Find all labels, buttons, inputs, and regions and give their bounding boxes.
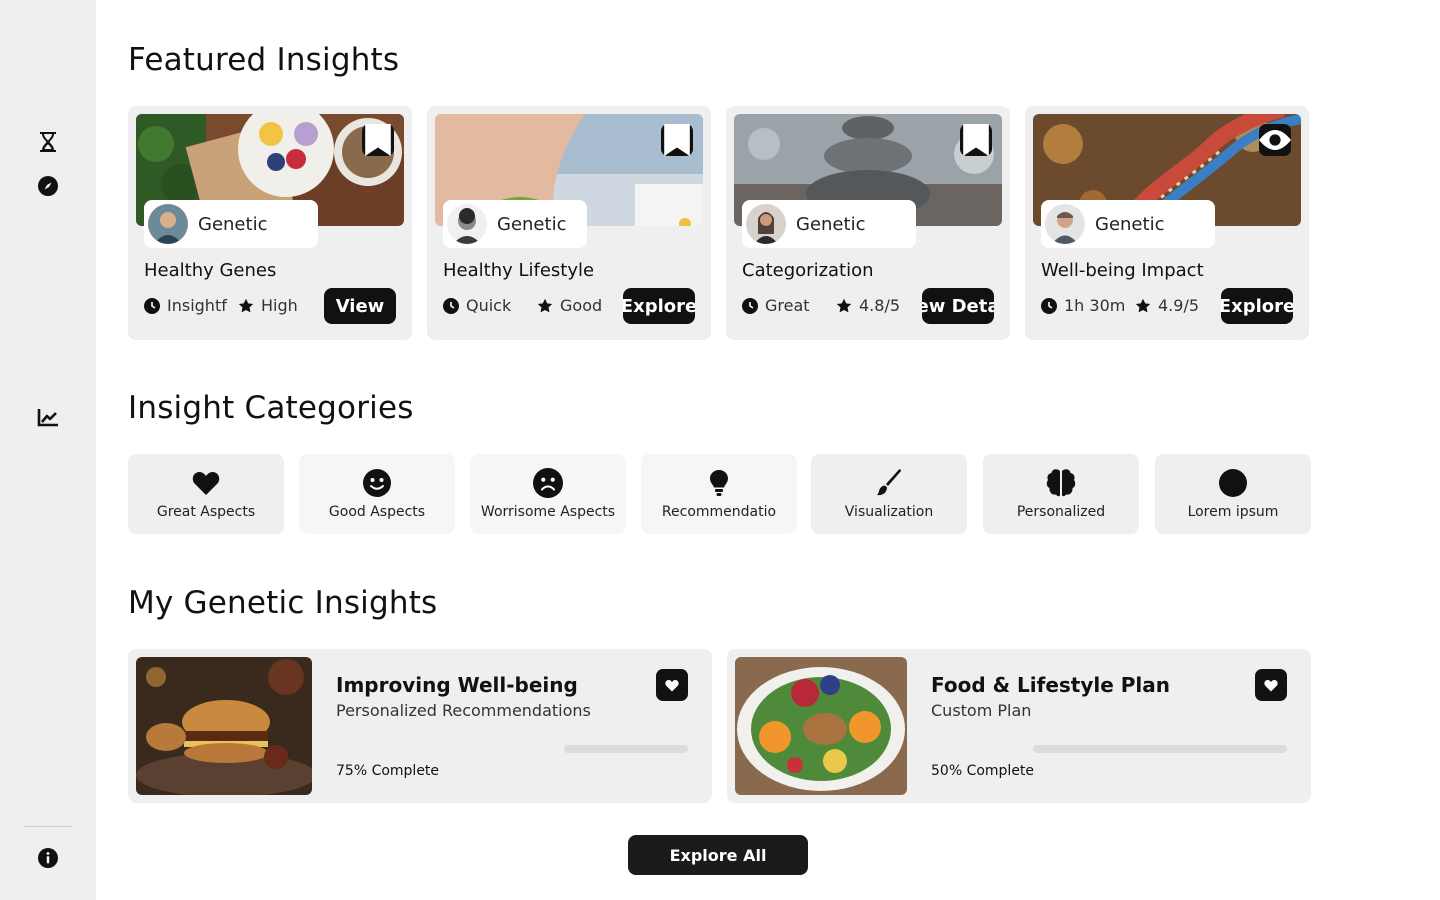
avatar xyxy=(148,204,188,244)
star-icon xyxy=(238,298,254,314)
favorite-button[interactable] xyxy=(1255,669,1287,701)
favorite-button[interactable] xyxy=(656,669,688,701)
genetic-tag: Genetic xyxy=(443,200,587,248)
avatar xyxy=(746,204,786,244)
frown-icon xyxy=(533,468,563,498)
avatar xyxy=(447,204,487,244)
meta-time: Insightf xyxy=(144,296,227,315)
progress-label: 50% Complete xyxy=(931,763,1035,779)
insight-image xyxy=(735,657,907,795)
info-icon[interactable] xyxy=(36,846,60,870)
insight-title: Food & Lifestyle Plan xyxy=(931,673,1171,697)
hourglass-icon[interactable] xyxy=(36,130,60,154)
category-label: Lorem ipsum xyxy=(1187,504,1279,520)
explore-all-button[interactable]: Explore All xyxy=(628,835,808,875)
category-great-aspects[interactable]: Great Aspects xyxy=(128,454,284,534)
category-good-aspects[interactable]: Good Aspects xyxy=(299,454,455,534)
brain-icon xyxy=(1046,468,1076,498)
clock-icon xyxy=(144,297,160,314)
view-button[interactable]: View xyxy=(324,288,396,324)
view-toggle-button[interactable] xyxy=(1259,124,1291,156)
progress-label: 75% Complete xyxy=(336,763,440,779)
main-content: Featured Insights Genetic Healthy Genes … xyxy=(128,0,1318,900)
bookmark-icon xyxy=(664,124,690,156)
smile-icon xyxy=(362,468,392,498)
brush-icon xyxy=(874,468,904,498)
compass-icon[interactable] xyxy=(36,174,60,198)
clock-icon xyxy=(742,297,758,314)
featured-card[interactable]: Genetic Categorization Great 4.8/5 ew De… xyxy=(726,106,1010,340)
category-visualization[interactable]: Visualization xyxy=(811,454,967,534)
meta-rating: 4.8/5 xyxy=(836,296,900,315)
tag-label: Genetic xyxy=(796,213,866,235)
clock-icon xyxy=(443,297,459,314)
bookmark-button[interactable] xyxy=(362,124,394,156)
explore-button[interactable]: Explore xyxy=(1221,288,1293,324)
featured-card[interactable]: Genetic Well-being Impact 1h 30m 4.9/5 E… xyxy=(1025,106,1309,340)
circle-icon xyxy=(1218,468,1248,498)
sidebar-divider xyxy=(24,826,72,827)
heart-icon xyxy=(665,679,679,691)
category-lorem-ipsum[interactable]: Lorem ipsum xyxy=(1155,454,1311,534)
bookmark-icon xyxy=(365,124,391,156)
insight-subtitle: Custom Plan xyxy=(931,701,1032,720)
section-title-my-insights: My Genetic Insights xyxy=(128,585,438,621)
featured-card[interactable]: Genetic Healthy Genes Insightf High View xyxy=(128,106,412,340)
heart-icon xyxy=(1264,679,1278,691)
heart-icon xyxy=(191,468,221,498)
featured-card[interactable]: Genetic Healthy Lifestyle Quick Good Exp… xyxy=(427,106,711,340)
tag-label: Genetic xyxy=(198,213,268,235)
bookmark-icon xyxy=(963,124,989,156)
lightbulb-icon xyxy=(704,468,734,498)
category-label: Personalized xyxy=(1016,504,1106,520)
star-icon xyxy=(537,298,553,314)
tag-label: Genetic xyxy=(1095,213,1165,235)
genetic-tag: Genetic xyxy=(742,200,916,248)
progress-fill xyxy=(564,745,657,753)
insight-title: Improving Well-being xyxy=(336,673,578,697)
meta-rating: 4.9/5 xyxy=(1135,296,1199,315)
eye-icon xyxy=(1259,130,1291,150)
meta-time: Quick xyxy=(443,296,511,315)
progress-bar xyxy=(1033,745,1287,753)
category-worrisome-aspects[interactable]: Worrisome Aspects xyxy=(470,454,626,534)
tag-label: Genetic xyxy=(497,213,567,235)
meta-time: Great xyxy=(742,296,810,315)
explore-button[interactable]: Explore xyxy=(623,288,695,324)
insight-subtitle: Personalized Recommendations xyxy=(336,701,591,720)
category-label: Good Aspects xyxy=(328,504,426,520)
category-label: Recommendatio xyxy=(661,504,777,520)
progress-fill xyxy=(1033,745,1160,753)
category-recommendations[interactable]: Recommendatio xyxy=(641,454,797,534)
sidebar xyxy=(0,0,96,900)
category-personalized[interactable]: Personalized xyxy=(983,454,1139,534)
featured-title: Categorization xyxy=(742,260,874,281)
star-icon xyxy=(836,298,852,314)
featured-title: Healthy Genes xyxy=(144,260,277,281)
bookmark-button[interactable] xyxy=(960,124,992,156)
category-label: Great Aspects xyxy=(156,504,256,520)
chart-line-icon[interactable] xyxy=(36,406,60,430)
featured-title: Healthy Lifestyle xyxy=(443,260,595,281)
progress-bar xyxy=(564,745,688,753)
category-label: Worrisome Aspects xyxy=(480,504,616,520)
genetic-tag: Genetic xyxy=(144,200,318,248)
section-title-featured: Featured Insights xyxy=(128,42,400,78)
category-label: Visualization xyxy=(844,504,934,520)
meta-time: 1h 30m xyxy=(1041,296,1125,315)
bookmark-button[interactable] xyxy=(661,124,693,156)
star-icon xyxy=(1135,298,1151,314)
meta-rating: Good xyxy=(537,296,602,315)
insight-card[interactable]: Improving Well-being Personalized Recomm… xyxy=(128,649,712,803)
avatar xyxy=(1045,204,1085,244)
insight-image xyxy=(136,657,312,795)
genetic-tag: Genetic xyxy=(1041,200,1215,248)
clock-icon xyxy=(1041,297,1057,314)
featured-title: Well-being Impact xyxy=(1041,260,1204,281)
meta-rating: High xyxy=(238,296,298,315)
section-title-categories: Insight Categories xyxy=(128,390,414,426)
insight-card[interactable]: Food & Lifestyle Plan Custom Plan 50% Co… xyxy=(727,649,1311,803)
view-details-button[interactable]: ew Deta xyxy=(922,288,994,324)
